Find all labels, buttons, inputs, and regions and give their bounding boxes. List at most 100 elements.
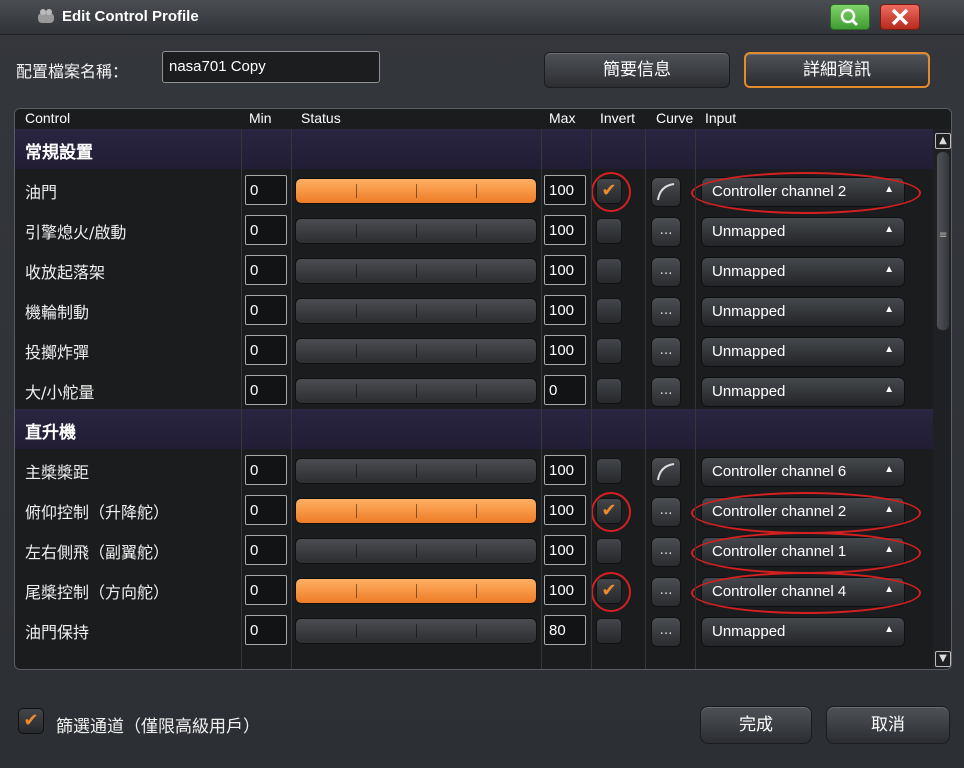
min-input[interactable]: 0 (245, 215, 287, 245)
bar-tick (476, 304, 477, 318)
curve-button[interactable]: … (651, 297, 681, 327)
input-value: Unmapped (712, 223, 786, 240)
curve-button[interactable] (651, 457, 681, 487)
input-value: Unmapped (712, 303, 786, 320)
max-input[interactable]: 0 (544, 375, 586, 405)
min-input[interactable]: 0 (245, 495, 287, 525)
curve-button[interactable]: … (651, 577, 681, 607)
max-input[interactable]: 80 (544, 615, 586, 645)
input-dropdown[interactable]: Controller channel 2 ▲ (701, 497, 905, 527)
max-input[interactable]: 100 (544, 575, 586, 605)
profile-name-label: 配置檔案名稱： (16, 62, 129, 81)
profile-name-input[interactable]: nasa701 Copy (162, 51, 380, 83)
min-input[interactable]: 0 (245, 375, 287, 405)
min-input[interactable]: 0 (245, 295, 287, 325)
curve-button[interactable]: … (651, 217, 681, 247)
invert-checkbox[interactable] (596, 298, 622, 324)
status-bar (295, 538, 537, 564)
input-dropdown[interactable]: Unmapped ▲ (701, 377, 905, 407)
bar-tick (356, 544, 357, 558)
summary-button[interactable]: 簡要信息 (544, 52, 730, 88)
bar-tick (416, 544, 417, 558)
invert-checkbox[interactable] (596, 458, 622, 484)
section-header: 直升機 (15, 409, 933, 449)
curve-button[interactable]: … (651, 337, 681, 367)
input-dropdown[interactable]: Unmapped ▲ (701, 217, 905, 247)
invert-checkbox[interactable] (596, 218, 622, 244)
min-input[interactable]: 0 (245, 535, 287, 565)
input-dropdown[interactable]: Controller channel 6 ▲ (701, 457, 905, 487)
input-value: Controller channel 2 (712, 503, 847, 520)
min-input[interactable]: 0 (245, 575, 287, 605)
column-divider (591, 129, 592, 669)
detail-button[interactable]: 詳細資訊 (744, 52, 930, 88)
curve-button[interactable]: … (651, 377, 681, 407)
curve-button[interactable]: … (651, 497, 681, 527)
status-bar (295, 298, 537, 324)
status-bar (295, 378, 537, 404)
search-button[interactable] (830, 4, 870, 30)
curve-button[interactable] (651, 177, 681, 207)
filter-channels-checkbox[interactable]: ✔ (18, 708, 44, 734)
max-input[interactable]: 100 (544, 295, 586, 325)
bar-tick (476, 544, 477, 558)
control-row: 尾槳控制（方向舵） 0 100 ✔ … Controller channel 4 ▲ (15, 569, 933, 614)
max-input[interactable]: 100 (544, 495, 586, 525)
control-label: 俯仰控制（升降舵） (25, 503, 170, 522)
column-header: Control Min Status Max Invert Curve Inpu… (15, 109, 951, 130)
min-input[interactable]: 0 (245, 175, 287, 205)
control-row: 油門保持 0 80 … Unmapped ▲ (15, 609, 933, 649)
col-control: Control (25, 110, 71, 126)
max-input[interactable]: 100 (544, 455, 586, 485)
invert-checkbox[interactable] (596, 258, 622, 284)
input-value: Unmapped (712, 623, 786, 640)
invert-checkbox[interactable]: ✔ (596, 578, 622, 604)
bar-tick (476, 504, 477, 518)
profile-name-value: nasa701 Copy (169, 58, 266, 75)
max-input[interactable]: 100 (544, 175, 586, 205)
min-input[interactable]: 0 (245, 255, 287, 285)
vertical-scrollbar[interactable]: ▲ ≡ ▼ (933, 129, 951, 669)
input-dropdown[interactable]: Controller channel 4 ▲ (701, 577, 905, 607)
scroll-thumb[interactable]: ≡ (936, 151, 950, 331)
max-input[interactable]: 100 (544, 335, 586, 365)
input-dropdown[interactable]: Unmapped ▲ (701, 297, 905, 327)
curve-button[interactable]: … (651, 617, 681, 647)
col-curve: Curve (656, 110, 694, 126)
scroll-down-arrow-icon[interactable]: ▼ (935, 651, 951, 667)
dropdown-arrow-icon: ▲ (884, 264, 894, 275)
invert-checkbox[interactable] (596, 378, 622, 404)
input-dropdown[interactable]: Unmapped ▲ (701, 337, 905, 367)
title-bar[interactable]: Edit Control Profile (0, 0, 964, 35)
invert-checkbox[interactable]: ✔ (596, 178, 622, 204)
status-bar (295, 458, 537, 484)
invert-checkbox[interactable] (596, 618, 622, 644)
cancel-button[interactable]: 取消 (826, 706, 950, 744)
input-dropdown[interactable]: Unmapped ▲ (701, 617, 905, 647)
bar-tick (356, 384, 357, 398)
bar-tick (416, 224, 417, 238)
ok-button[interactable]: 完成 (700, 706, 812, 744)
dropdown-arrow-icon: ▲ (884, 224, 894, 235)
section-title: 直升機 (25, 423, 76, 443)
invert-checkbox[interactable]: ✔ (596, 498, 622, 524)
control-label: 引擎熄火/啟動 (25, 223, 127, 242)
curve-button[interactable]: … (651, 257, 681, 287)
invert-checkbox[interactable] (596, 538, 622, 564)
input-dropdown[interactable]: Controller channel 2 ▲ (701, 177, 905, 207)
bar-tick (476, 464, 477, 478)
control-label: 大/小舵量 (25, 383, 95, 402)
input-dropdown[interactable]: Unmapped ▲ (701, 257, 905, 287)
min-input[interactable]: 0 (245, 615, 287, 645)
input-dropdown[interactable]: Controller channel 1 ▲ (701, 537, 905, 567)
dropdown-arrow-icon: ▲ (884, 624, 894, 635)
max-input[interactable]: 100 (544, 215, 586, 245)
min-input[interactable]: 0 (245, 335, 287, 365)
max-input[interactable]: 100 (544, 535, 586, 565)
min-input[interactable]: 0 (245, 455, 287, 485)
close-button[interactable] (880, 4, 920, 30)
max-input[interactable]: 100 (544, 255, 586, 285)
curve-button[interactable]: … (651, 537, 681, 567)
invert-checkbox[interactable] (596, 338, 622, 364)
scroll-up-arrow-icon[interactable]: ▲ (935, 133, 951, 149)
